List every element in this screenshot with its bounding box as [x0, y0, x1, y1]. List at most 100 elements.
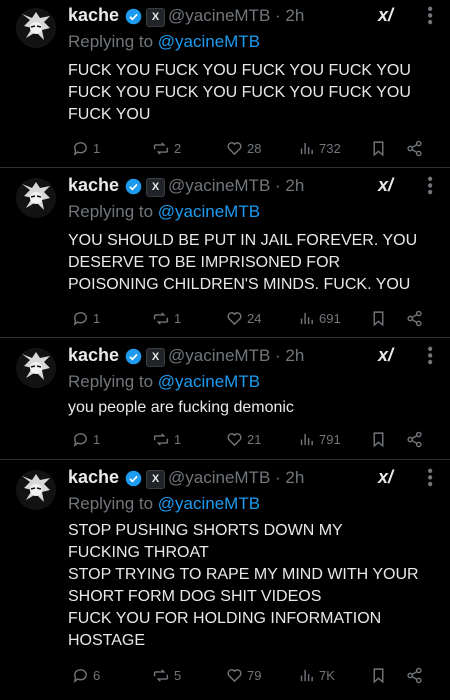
views-count: 691	[319, 310, 341, 326]
like-count: 21	[247, 431, 262, 447]
share-button[interactable]	[406, 308, 423, 328]
action-bar: 1 1 21 791	[68, 429, 438, 449]
views-button[interactable]: 691	[298, 308, 341, 328]
like-button[interactable]: 28	[226, 138, 261, 158]
reply-button[interactable]: 1	[72, 138, 100, 158]
tweet-text: you people are fucking demonic	[68, 397, 438, 419]
tweet[interactable]: kache X @yacineMTB · 2h x/ ••• Replying …	[0, 170, 450, 338]
bookmark-button[interactable]	[370, 665, 387, 685]
mention-link[interactable]: @yacineMTB	[158, 202, 260, 221]
reply-button[interactable]: 1	[72, 429, 100, 449]
bookmark-icon	[373, 140, 384, 156]
bookmark-button[interactable]	[370, 308, 387, 328]
share-icon	[407, 140, 422, 156]
reply-icon	[73, 432, 87, 447]
share-button[interactable]	[406, 665, 423, 685]
repost-icon	[153, 311, 169, 325]
tweet[interactable]: kache X @yacineMTB · 2h x/ ••• Replying …	[0, 340, 450, 460]
repost-icon	[153, 432, 169, 446]
grok-icon[interactable]: x/	[378, 467, 393, 488]
handle[interactable]: @yacineMTB	[168, 6, 270, 25]
tweet-line: FUCK YOU FUCK YOU FUCK YOU FUCK YOU	[68, 84, 411, 101]
avatar[interactable]	[16, 348, 56, 388]
reply-feed: kache X @yacineMTB · 2h x/ ••• Replying …	[0, 0, 450, 700]
handle[interactable]: @yacineMTB	[168, 468, 270, 487]
bookmark-button[interactable]	[370, 429, 387, 449]
avatar[interactable]	[16, 470, 56, 510]
tweet-text: STOP PUSHING SHORTS DOWN MY FUCKING THRO…	[68, 520, 438, 652]
display-name[interactable]: kache	[68, 5, 119, 26]
verified-badge-icon	[125, 178, 142, 195]
views-button[interactable]: 791	[298, 429, 341, 449]
repost-button[interactable]: 1	[152, 429, 181, 449]
repost-button[interactable]: 5	[152, 665, 181, 685]
handle-time[interactable]: @yacineMTB · 2h	[168, 176, 304, 196]
tweet-line: YOU SHOULD BE PUT IN JAIL FOREVER. YOU	[68, 232, 418, 249]
separator: ·	[270, 6, 286, 25]
avatar[interactable]	[16, 178, 56, 218]
tweet[interactable]: kache X @yacineMTB · 2h x/ ••• Replying …	[0, 0, 450, 168]
like-button[interactable]: 24	[226, 308, 261, 328]
separator: ·	[270, 176, 286, 195]
x-affiliate-badge-icon: X	[146, 8, 165, 27]
more-options-icon[interactable]: •••	[420, 468, 438, 488]
like-count: 24	[247, 310, 262, 326]
x-affiliate-badge-icon: X	[146, 470, 165, 489]
more-options-icon[interactable]: •••	[420, 346, 438, 366]
handle[interactable]: @yacineMTB	[168, 176, 270, 195]
like-count: 79	[247, 667, 262, 683]
tweet-line: STOP TRYING TO RAPE MY MIND WITH YOUR	[68, 566, 419, 583]
timestamp[interactable]: 2h	[285, 176, 304, 195]
reply-button[interactable]: 6	[72, 665, 100, 685]
display-name[interactable]: kache	[68, 175, 119, 196]
grok-icon[interactable]: x/	[378, 5, 393, 26]
tweet-line: you people are fucking demonic	[68, 399, 294, 416]
share-icon	[407, 431, 422, 447]
more-options-icon[interactable]: •••	[420, 6, 438, 26]
mention-link[interactable]: @yacineMTB	[158, 372, 260, 391]
like-button[interactable]: 79	[226, 665, 261, 685]
views-button[interactable]: 7K	[298, 665, 335, 685]
heart-icon	[227, 141, 242, 155]
timestamp[interactable]: 2h	[285, 346, 304, 365]
views-count: 732	[319, 140, 341, 156]
share-button[interactable]	[406, 138, 423, 158]
repost-button[interactable]: 2	[152, 138, 181, 158]
repost-icon	[153, 141, 169, 155]
more-options-icon[interactable]: •••	[420, 176, 438, 196]
action-bar: 6 5 79 7K	[68, 665, 438, 685]
x-affiliate-badge-icon: X	[146, 178, 165, 197]
share-button[interactable]	[406, 429, 423, 449]
repost-button[interactable]: 1	[152, 308, 181, 328]
reply-count: 6	[93, 667, 101, 683]
handle[interactable]: @yacineMTB	[168, 346, 270, 365]
views-button[interactable]: 732	[298, 138, 341, 158]
timestamp[interactable]: 2h	[285, 468, 304, 487]
tweet[interactable]: kache X @yacineMTB · 2h x/ ••• Replying …	[0, 462, 450, 700]
mention-link[interactable]: @yacineMTB	[158, 494, 260, 513]
verified-badge-icon	[125, 348, 142, 365]
handle-time[interactable]: @yacineMTB · 2h	[168, 346, 304, 366]
handle-time[interactable]: @yacineMTB · 2h	[168, 6, 304, 26]
heart-icon	[227, 668, 242, 682]
like-button[interactable]: 21	[226, 429, 261, 449]
timestamp[interactable]: 2h	[285, 6, 304, 25]
mention-link[interactable]: @yacineMTB	[158, 32, 260, 51]
reply-button[interactable]: 1	[72, 308, 100, 328]
like-count: 28	[247, 140, 262, 156]
display-name[interactable]: kache	[68, 345, 119, 366]
replying-label: Replying to	[68, 202, 158, 221]
replying-to: Replying to @yacineMTB	[68, 32, 260, 52]
bookmark-button[interactable]	[370, 138, 387, 158]
repost-count: 1	[174, 310, 182, 326]
grok-icon[interactable]: x/	[378, 345, 393, 366]
handle-time[interactable]: @yacineMTB · 2h	[168, 468, 304, 488]
grok-icon[interactable]: x/	[378, 175, 393, 196]
views-icon	[300, 669, 313, 681]
tweet-line: FUCK YOU	[68, 106, 151, 123]
bookmark-icon	[373, 431, 384, 447]
replying-to: Replying to @yacineMTB	[68, 202, 260, 222]
display-name[interactable]: kache	[68, 467, 119, 488]
share-icon	[407, 667, 422, 683]
avatar[interactable]	[16, 8, 56, 48]
